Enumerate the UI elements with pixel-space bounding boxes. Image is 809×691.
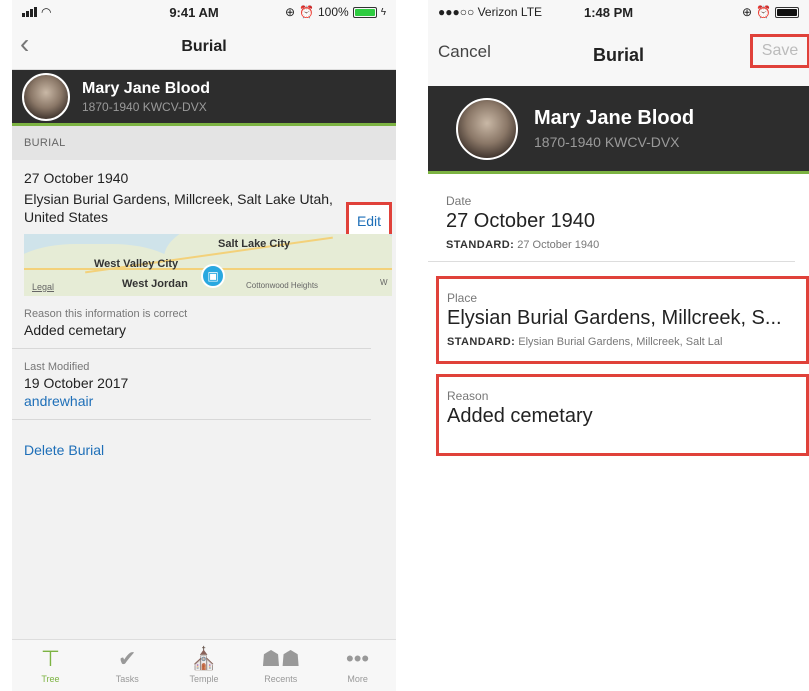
avatar xyxy=(22,72,70,121)
lock-rotation-icon: ⊕ xyxy=(741,5,753,19)
person-details: 1870-1940 KWCV-DVX xyxy=(534,134,680,150)
cemetery-pin-icon[interactable]: ▣ xyxy=(201,264,225,288)
status-right: ⊕ ⏰ xyxy=(709,5,799,19)
status-right: ⊕ ⏰ 100% ϟ xyxy=(256,5,386,19)
ellipsis-icon: ••• xyxy=(346,646,370,671)
standard-label: STANDARD: xyxy=(446,239,515,251)
last-modified-date: 19 October 2017 xyxy=(24,375,129,391)
status-time: 1:48 PM xyxy=(584,4,634,20)
reason-label: Reason this information is correct xyxy=(24,308,188,320)
nav-bar: Cancel Burial Save xyxy=(428,24,809,86)
tree-icon: ⊤ xyxy=(40,646,60,671)
status-bar: ●●●○○ Verizon LTE 1:48 PM ⊕ ⏰ xyxy=(428,0,809,24)
reason-label: Reason xyxy=(447,389,489,403)
map-label-edge: W xyxy=(380,278,388,287)
map-label-cottonwood-heights: Cottonwood Heights xyxy=(246,281,319,290)
battery-percent: 100% xyxy=(318,5,349,19)
location-map[interactable]: Salt Lake City West Valley City West Jor… xyxy=(24,234,392,296)
person-header: Mary Jane Blood 1870-1940 KWCV-DVX xyxy=(428,86,809,174)
tab-tasks[interactable]: ✔ Tasks xyxy=(89,640,166,691)
date-field[interactable]: Date 27 October 1940 STANDARD: 27 Octobe… xyxy=(428,182,795,262)
alarm-icon: ⏰ xyxy=(756,5,771,19)
person-header[interactable]: Mary Jane Blood 1870-1940 KWCV-DVX xyxy=(12,70,396,126)
reason-value: Added cemetary xyxy=(24,322,126,338)
date-label: Date xyxy=(446,194,472,208)
last-modified-label: Last Modified xyxy=(24,361,90,373)
map-label-salt-lake-city: Salt Lake City xyxy=(218,238,291,250)
back-chevron-icon[interactable]: ‹ xyxy=(20,30,29,58)
status-bar: ◠ 9:41 AM ⊕ ⏰ 100% ϟ xyxy=(12,0,396,24)
map-legal-link[interactable]: Legal xyxy=(32,282,54,292)
burial-event: 27 October 1940 Elysian Burial Gardens, … xyxy=(12,160,396,226)
left-screen: ◠ 9:41 AM ⊕ ⏰ 100% ϟ ‹ Burial Mary Jane … xyxy=(12,0,396,691)
tab-recents[interactable]: ☗☗ Recents xyxy=(242,640,319,691)
signal-icon xyxy=(22,7,37,17)
battery-icon xyxy=(775,6,799,18)
nav-bar: ‹ Burial xyxy=(12,24,396,70)
date-standard: STANDARD: 27 October 1940 xyxy=(446,239,783,251)
map-label-west-valley-city: West Valley City xyxy=(94,258,179,270)
page-title: Burial xyxy=(592,44,644,65)
save-button[interactable]: Save xyxy=(750,34,809,68)
tab-more[interactable]: ••• More xyxy=(319,640,396,691)
page-title: Burial xyxy=(181,37,227,55)
standard-value: Elysian Burial Gardens, Millcreek, Salt … xyxy=(518,336,723,348)
charging-icon: ϟ xyxy=(380,6,386,18)
tab-bar: ⊤ Tree ✔ Tasks ⛪ Temple ☗☗ Recents ••• M… xyxy=(12,639,396,691)
reason-input[interactable]: Added cemetary xyxy=(447,405,794,428)
person-details: 1870-1940 KWCV-DVX xyxy=(82,99,207,114)
last-modified-field: Last Modified 19 October 2017 andrewhair xyxy=(12,349,371,420)
burial-date: 27 October 1940 xyxy=(24,170,129,186)
section-header: BURIAL xyxy=(12,126,396,160)
people-icon: ☗☗ xyxy=(261,646,301,671)
delete-burial-button[interactable]: Delete Burial xyxy=(12,420,396,480)
avatar xyxy=(456,97,518,160)
standard-label: STANDARD: xyxy=(447,336,516,348)
status-time: 9:41 AM xyxy=(169,4,219,20)
cancel-button[interactable]: Cancel xyxy=(438,42,491,62)
place-label: Place xyxy=(447,291,478,305)
contributor-link[interactable]: andrewhair xyxy=(24,393,359,409)
temple-icon: ⛪ xyxy=(190,646,218,671)
map-label-west-jordan: West Jordan xyxy=(122,278,188,290)
burial-place: Elysian Burial Gardens, Millcreek, Salt … xyxy=(24,191,333,225)
carrier-info: ●●●○○ Verizon LTE xyxy=(438,5,543,19)
signal-wifi: ◠ xyxy=(22,5,132,19)
tab-label: Recents xyxy=(264,674,298,684)
battery-icon xyxy=(352,6,377,18)
tab-label: Tasks xyxy=(115,674,139,684)
tab-label: Tree xyxy=(41,674,60,684)
tab-label: Temple xyxy=(189,674,219,684)
place-standard: STANDARD: Elysian Burial Gardens, Millcr… xyxy=(447,336,794,348)
right-screen: ●●●○○ Verizon LTE 1:48 PM ⊕ ⏰ Cancel Bur… xyxy=(428,0,809,691)
standard-value: 27 October 1940 xyxy=(517,239,600,251)
reason-field[interactable]: Reason Added cemetary xyxy=(436,374,809,456)
reason-field: Reason this information is correct Added… xyxy=(12,296,371,349)
tab-tree[interactable]: ⊤ Tree xyxy=(12,640,89,691)
alarm-icon: ⏰ xyxy=(299,5,314,19)
lock-rotation-icon: ⊕ xyxy=(284,5,296,19)
place-field[interactable]: Place Elysian Burial Gardens, Millcreek,… xyxy=(436,276,809,364)
person-name: Mary Jane Blood xyxy=(82,79,211,97)
person-name: Mary Jane Blood xyxy=(534,107,695,129)
checkmark-icon: ✔ xyxy=(117,646,137,671)
tab-label: More xyxy=(347,674,368,684)
place-value: Elysian Burial Gardens, Millcreek, S... xyxy=(447,307,782,329)
tab-temple[interactable]: ⛪ Temple xyxy=(166,640,243,691)
wifi-icon: ◠ xyxy=(41,5,52,19)
date-value: 27 October 1940 xyxy=(446,210,595,232)
